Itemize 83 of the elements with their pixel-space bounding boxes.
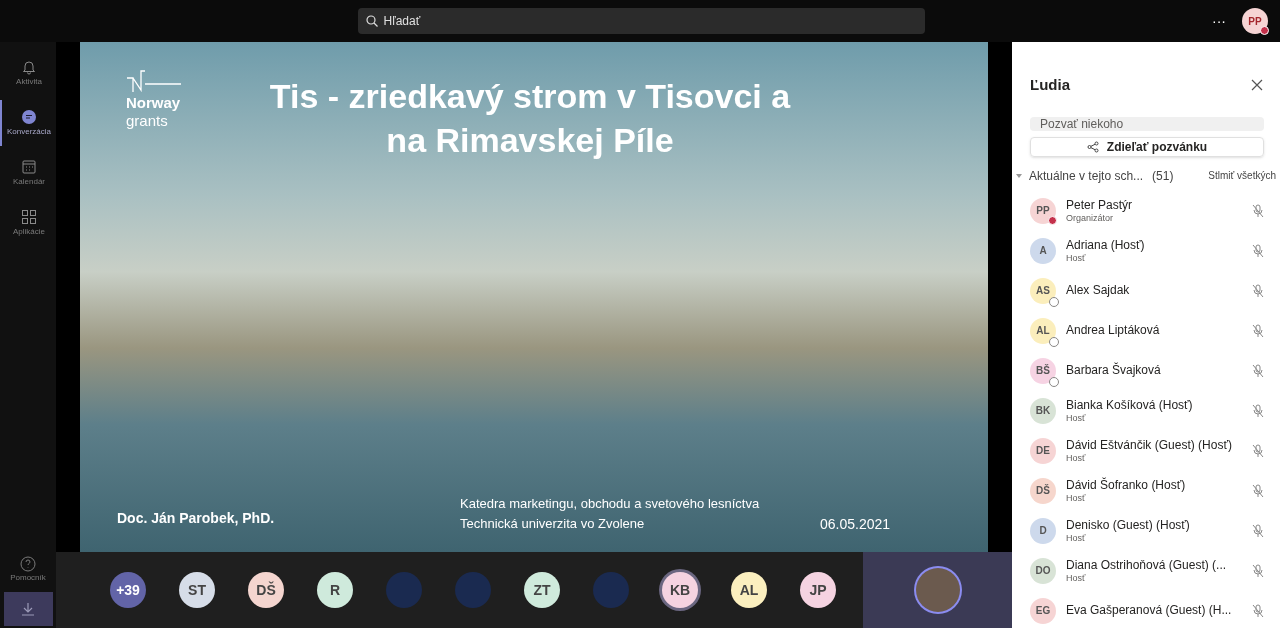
participant-avatar[interactable]: R: [317, 572, 353, 608]
download-button[interactable]: [3, 592, 53, 626]
sidebar-item[interactable]: Aplikácie: [0, 200, 56, 246]
participant-role: Hosť: [1066, 572, 1087, 584]
share-invite-button[interactable]: Zdieľať pozvánku: [1030, 136, 1264, 157]
muted-microphone-icon[interactable]: [1252, 243, 1264, 258]
participant-avatar[interactable]: KB: [662, 572, 698, 608]
participant-avatar: BK: [1030, 397, 1056, 424]
share-icon: [1086, 140, 1099, 153]
caret-icon[interactable]: [1016, 173, 1022, 178]
participant-avatar: AL: [1030, 317, 1056, 344]
muted-microphone-icon[interactable]: [1252, 523, 1264, 538]
panel-title: Ľudia: [1030, 75, 1070, 95]
participant-name[interactable]: Barbara Švajková: [1066, 363, 1242, 378]
participant-role: Hosť: [1066, 252, 1087, 264]
participant-name[interactable]: Dávid Eštvánčik (Guest) (Hosť): [1066, 437, 1242, 453]
help-label[interactable]: Pomocník: [10, 572, 46, 584]
muted-microphone-icon[interactable]: [1252, 483, 1264, 498]
sidebar-item[interactable]: Aktivita: [0, 50, 56, 96]
calendar-icon: [21, 159, 37, 175]
participant-avatar: AS: [1030, 277, 1056, 304]
avatar-photo: [915, 568, 960, 612]
logo-text: Norway: [126, 94, 182, 112]
muted-microphone-icon[interactable]: [1252, 323, 1264, 338]
apps-icon: [21, 209, 37, 225]
participant-avatar[interactable]: ST: [179, 572, 215, 608]
participant-role: Hosť: [1066, 452, 1087, 464]
muted-microphone-icon[interactable]: [1252, 603, 1264, 618]
logo-icon: [126, 70, 182, 94]
close-button[interactable]: [1250, 78, 1264, 93]
chat-icon: [21, 109, 37, 125]
participant-avatar[interactable]: DŠ: [248, 572, 284, 608]
participant-name[interactable]: Adriana (Hosť): [1066, 237, 1242, 253]
participant-name[interactable]: Diana Ostrihoňová (Guest) (...: [1066, 557, 1242, 573]
participant-avatar: DE: [1030, 437, 1056, 464]
participant-name[interactable]: Bianka Košíková (Hosť): [1066, 397, 1242, 413]
date-text: 06.05.2021: [820, 515, 891, 534]
participant-role: Hosť: [1066, 412, 1087, 424]
invite-field[interactable]: Pozvať niekoho: [1030, 116, 1264, 131]
bell-icon: [21, 59, 37, 75]
participant-name[interactable]: Alex Sajdak: [1066, 283, 1242, 298]
section-label[interactable]: Aktuálne v tejto sch...: [1029, 166, 1144, 185]
muted-microphone-icon[interactable]: [1252, 403, 1264, 418]
participant-avatar[interactable]: AL: [731, 572, 767, 608]
slide-title: na Rimavskej Píle: [386, 120, 674, 161]
mute-all-link[interactable]: Stlmiť všetkých: [1208, 168, 1276, 183]
participant-avatar: PP: [1030, 197, 1056, 224]
participant-avatar[interactable]: ZT: [524, 572, 560, 608]
more-button[interactable]: ···: [1212, 10, 1226, 32]
section-count: (51): [1152, 167, 1174, 185]
participant-role: Hosť: [1066, 532, 1087, 544]
participant-name[interactable]: Andrea Liptáková: [1066, 323, 1242, 338]
logo-text: grants: [126, 112, 169, 130]
muted-microphone-icon[interactable]: [1252, 443, 1264, 458]
muted-microphone-icon[interactable]: [1252, 283, 1264, 298]
participant-avatar: A: [1030, 237, 1056, 264]
download-icon: [21, 602, 35, 616]
close-icon: [1251, 79, 1263, 92]
participant-role: Hosť: [1066, 492, 1087, 504]
participant-name[interactable]: Peter Pastýr: [1066, 197, 1242, 213]
help-icon: [20, 556, 36, 572]
department-text: Katedra marketingu, obchodu a svetového lesníctva: [460, 495, 760, 513]
participant-avatar[interactable]: JP: [800, 572, 836, 608]
user-avatar[interactable]: PP: [1242, 8, 1268, 34]
slide-title: Tis - zriedkavý strom v Tisovci a: [269, 76, 791, 117]
muted-microphone-icon[interactable]: [1252, 203, 1264, 218]
participant-name[interactable]: Denisko (Guest) (Hosť): [1066, 517, 1242, 533]
participant-role: Organizátor: [1066, 212, 1115, 224]
participant-avatar: DO: [1030, 557, 1056, 584]
author-text: Doc. Ján Parobek, PhD.: [117, 509, 275, 528]
participant-name[interactable]: Dávid Šofranko (Hosť): [1066, 477, 1242, 493]
more-participants-count[interactable]: +39: [110, 572, 146, 608]
participant-avatar: DŠ: [1030, 477, 1056, 504]
participant-avatar: D: [1030, 517, 1056, 544]
sidebar-item[interactable]: Kalendár: [0, 150, 56, 196]
search-field[interactable]: Hľadať: [357, 8, 925, 34]
department-text: Technická univerzita vo Zvolene: [460, 515, 646, 533]
participant-name[interactable]: Eva Gašperanová (Guest) (H...: [1066, 603, 1242, 618]
participant-avatar: EG: [1030, 597, 1056, 624]
muted-microphone-icon[interactable]: [1252, 563, 1264, 578]
muted-microphone-icon[interactable]: [1252, 363, 1264, 378]
participant-avatar: BŠ: [1030, 357, 1056, 384]
search-icon: [365, 15, 378, 27]
